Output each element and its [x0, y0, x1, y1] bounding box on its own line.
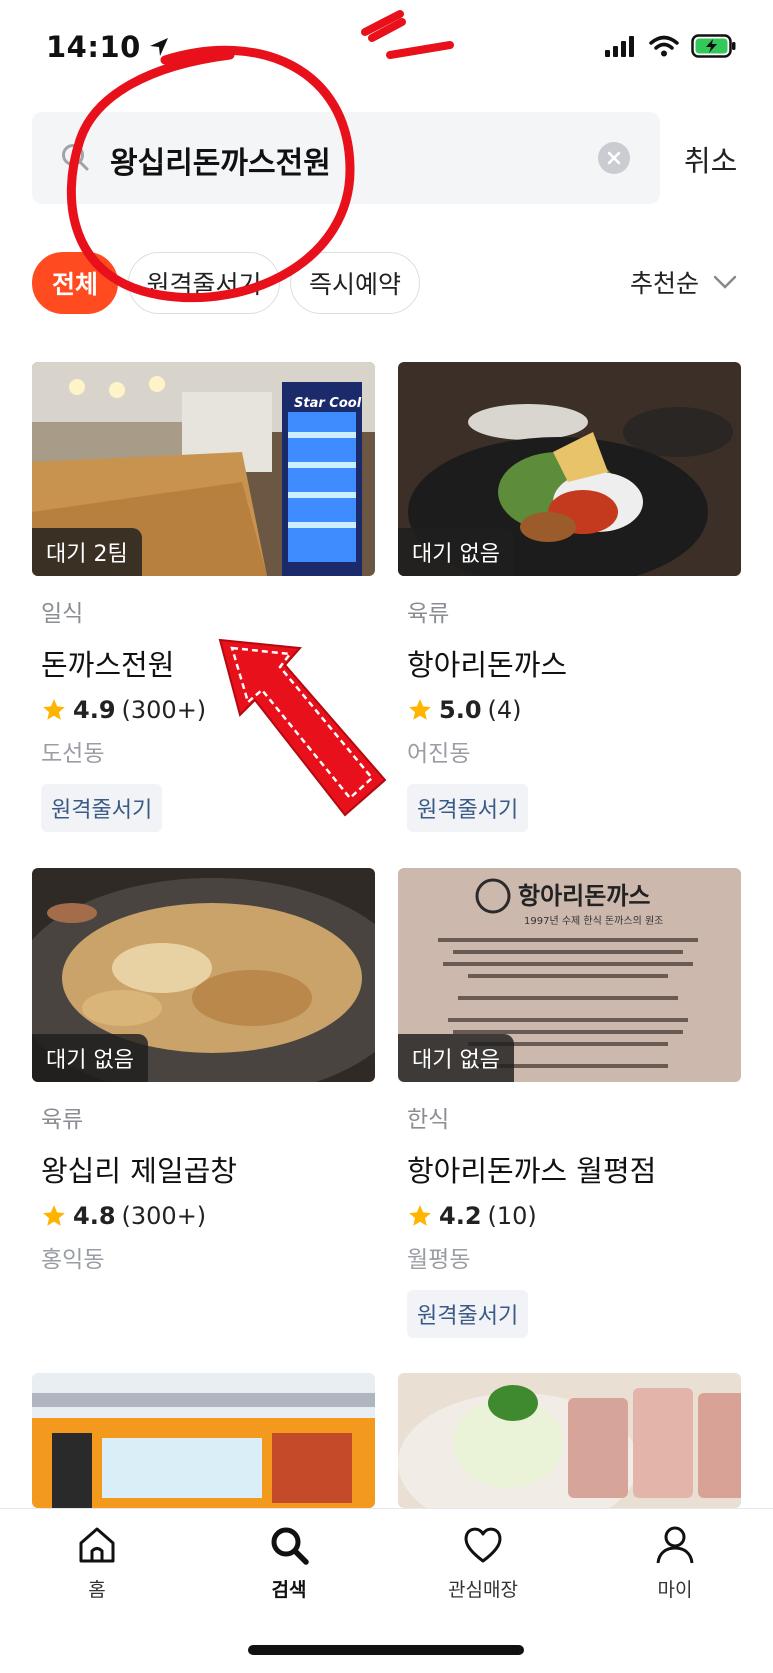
wait-status-badge: 대기 2팀	[32, 528, 142, 576]
restaurant-card[interactable]	[398, 1373, 741, 1508]
chevron-down-icon	[713, 275, 737, 289]
clock-text: 14:10	[46, 30, 141, 64]
restaurant-category: 한식	[407, 1107, 450, 1133]
home-indicator	[248, 1645, 524, 1655]
review-count: (10)	[487, 1202, 537, 1230]
nav-label: 관심매장	[448, 1579, 518, 1601]
restaurant-rating: 4.8 (300+)	[41, 1202, 375, 1230]
star-icon	[409, 1205, 431, 1226]
restaurant-photo: 대기 없음	[398, 362, 741, 576]
status-time: 14:10	[46, 30, 171, 64]
wifi-icon	[649, 35, 679, 57]
restaurant-photo: 대기 없음	[32, 868, 375, 1082]
nav-item-my[interactable]: 마이	[615, 1523, 735, 1602]
nav-item-search[interactable]: 검색	[229, 1523, 349, 1602]
nav-item-favorites[interactable]: 관심매장	[423, 1523, 543, 1602]
clear-search-button[interactable]	[598, 142, 630, 174]
restaurant-name: 항아리돈까스 월평점	[407, 1154, 657, 1188]
rating-score: 5.0	[439, 696, 482, 724]
sign-subtitle-text: 1997년 수제 한식 돈까스의 원조	[524, 915, 663, 927]
person-icon	[656, 1526, 694, 1564]
sign-title-text: 항아리돈까스	[518, 882, 650, 910]
restaurant-photo: 항아리돈까스 1997년 수제 한식 돈까스의 원조 대기 없음	[398, 868, 741, 1082]
restaurant-rating: 4.9 (300+)	[41, 696, 375, 724]
battery-charging-icon	[691, 34, 736, 58]
sort-label: 추천순	[630, 269, 700, 298]
cancel-button[interactable]: 취소	[684, 138, 737, 180]
restaurant-area: 도선동	[41, 741, 105, 767]
restaurant-category: 일식	[41, 601, 84, 627]
nav-label: 홈	[88, 1579, 106, 1601]
heart-icon	[464, 1527, 502, 1563]
feature-tag: 원격줄서기	[407, 784, 529, 832]
wait-status-badge: 대기 없음	[398, 1034, 514, 1082]
review-count: (300+)	[121, 1202, 207, 1230]
rating-score: 4.8	[73, 1202, 116, 1230]
filter-chip-all[interactable]: 전체	[32, 252, 118, 314]
search-icon	[271, 1527, 309, 1565]
restaurant-card[interactable]: 대기 없음 육류 왕십리 제일곱창 4.8 (300+) 홍익동	[32, 868, 375, 1274]
cellular-signal-icon	[605, 36, 634, 57]
restaurant-area: 월평동	[407, 1247, 471, 1273]
star-icon	[409, 699, 431, 720]
filter-chip-remote-queue[interactable]: 원격줄서기	[128, 252, 280, 314]
close-icon	[607, 151, 621, 165]
food-photo	[398, 1373, 741, 1508]
rating-score: 4.2	[439, 1202, 482, 1230]
rating-score: 4.9	[73, 696, 116, 724]
restaurant-area: 어진동	[407, 741, 471, 767]
review-count: (4)	[487, 696, 522, 724]
sort-dropdown[interactable]: 추천순	[630, 264, 737, 300]
home-icon	[79, 1527, 115, 1563]
restaurant-photo	[32, 1373, 375, 1508]
location-arrow-icon	[149, 38, 168, 56]
fridge-brand-text: Star Cool	[294, 396, 362, 411]
feature-tag: 원격줄서기	[41, 784, 163, 832]
restaurant-category: 육류	[41, 1107, 84, 1133]
restaurant-name: 항아리돈까스	[407, 648, 568, 682]
restaurant-card[interactable]: Star Cool 대기 2팀 일식 돈까스전원 4.9 (300+) 도선동 …	[32, 362, 375, 832]
feature-tag: 원격줄서기	[407, 1290, 529, 1338]
nav-item-home[interactable]: 홈	[37, 1523, 157, 1602]
review-count: (300+)	[121, 696, 207, 724]
storefront-photo	[32, 1373, 375, 1508]
nav-label: 마이	[657, 1579, 693, 1601]
search-bar[interactable]: 왕십리돈까스전원	[32, 112, 660, 204]
restaurant-photo	[398, 1373, 741, 1508]
nav-label: 검색	[271, 1579, 307, 1601]
restaurant-rating: 5.0 (4)	[407, 696, 741, 724]
star-icon	[43, 1205, 65, 1226]
search-input[interactable]: 왕십리돈까스전원	[110, 138, 331, 182]
status-indicators	[605, 34, 737, 58]
wait-status-badge: 대기 없음	[398, 528, 514, 576]
restaurant-card[interactable]: 항아리돈까스 1997년 수제 한식 돈까스의 원조 대기 없음 한식 항아리돈…	[398, 868, 741, 1338]
filter-chip-instant-reservation[interactable]: 즉시예약	[290, 252, 420, 314]
search-icon	[62, 144, 89, 171]
restaurant-photo: Star Cool 대기 2팀	[32, 362, 375, 576]
restaurant-card[interactable]: 대기 없음 육류 항아리돈까스 5.0 (4) 어진동 원격줄서기	[398, 362, 741, 832]
restaurant-rating: 4.2 (10)	[407, 1202, 741, 1230]
restaurant-area: 홍익동	[41, 1247, 105, 1273]
restaurant-name: 왕십리 제일곱창	[41, 1154, 237, 1188]
status-bar: 14:10	[0, 0, 773, 100]
star-icon	[43, 699, 65, 720]
wait-status-badge: 대기 없음	[32, 1034, 148, 1082]
restaurant-card[interactable]	[32, 1373, 375, 1508]
restaurant-name: 돈까스전원	[41, 648, 175, 682]
restaurant-category: 육류	[407, 601, 450, 627]
